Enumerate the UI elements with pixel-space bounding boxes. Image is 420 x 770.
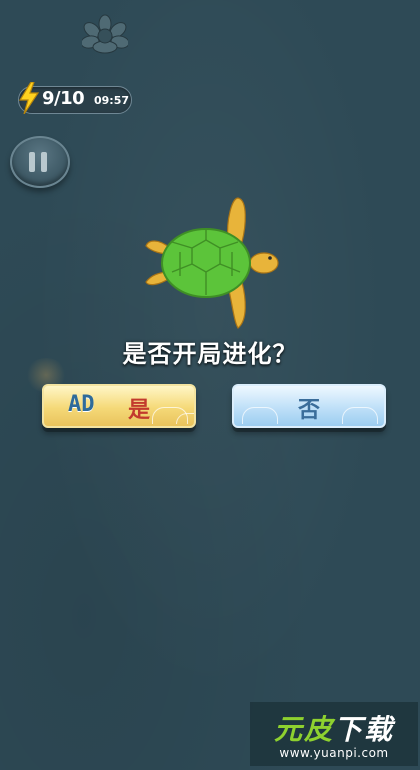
no-button[interactable]: 否: [232, 384, 386, 428]
site-watermark: 元皮下载 www.yuanpi.com: [250, 702, 418, 766]
lightning-bolt-icon: [18, 82, 40, 114]
ad-badge: AD: [68, 392, 95, 417]
lotus-icon: [82, 14, 128, 54]
turtle-character: [145, 197, 279, 329]
watermark-title: 元皮下载: [273, 713, 395, 746]
yes-label: 是: [128, 397, 151, 423]
evolve-question: 是否开局进化？: [122, 340, 298, 368]
yes-ad-button[interactable]: AD 是: [42, 384, 196, 428]
no-label: 否: [297, 397, 320, 423]
watermark-url: www.yuanpi.com: [279, 746, 389, 760]
pause-button[interactable]: [10, 136, 70, 188]
cloud-decoration: [176, 413, 194, 424]
pause-icon: [29, 152, 35, 172]
energy-count: 9/10: [42, 88, 85, 109]
energy-timer: 09:57: [94, 94, 130, 107]
pause-icon: [41, 152, 47, 172]
